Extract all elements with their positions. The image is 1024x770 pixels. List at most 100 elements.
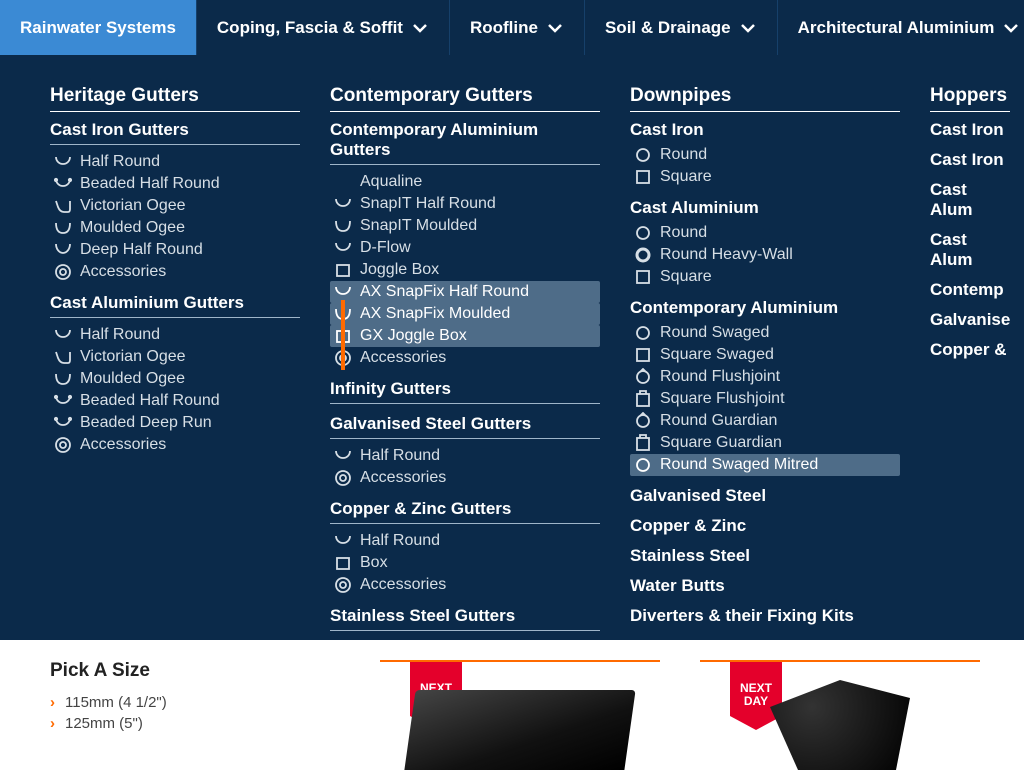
group-heading[interactable]: Contemp	[930, 280, 1010, 300]
product-image	[404, 690, 635, 770]
menu-item[interactable]: Deep Half Round	[50, 239, 300, 261]
column-heading: Contemporary Gutters	[330, 85, 600, 112]
menu-item[interactable]: AX SnapFix Moulded	[330, 303, 600, 325]
menu-item[interactable]: Round Heavy-Wall	[630, 244, 900, 266]
menu-item[interactable]: Half Round	[50, 324, 300, 346]
menu-item[interactable]: Beaded Half Round	[50, 390, 300, 412]
group-heading: Cast Iron	[630, 120, 900, 140]
box-icon	[334, 554, 352, 572]
menu-item-label: Beaded Half Round	[80, 175, 296, 193]
menu-item[interactable]: Aqualine	[330, 171, 600, 193]
group-heading[interactable]: Copper &	[930, 340, 1010, 360]
size-option[interactable]: 125mm (5")	[50, 713, 330, 734]
menu-item[interactable]: Round Swaged	[630, 322, 900, 344]
menu-item[interactable]: Moulded Ogee	[50, 217, 300, 239]
menu-item-label: Square	[660, 268, 896, 286]
menu-item[interactable]: Square	[630, 166, 900, 188]
menu-item-label: Square Swaged	[660, 346, 896, 364]
product-grid: NEXTDAY NEXTDAY	[380, 660, 980, 770]
menu-item[interactable]: Square Swaged	[630, 344, 900, 366]
menu-item-label: Accessories	[360, 576, 596, 594]
group-heading[interactable]: Cast Alum	[930, 180, 1010, 220]
menu-item[interactable]: Half Round	[330, 445, 600, 467]
nav-item[interactable]: Architectural Aluminium	[778, 0, 1024, 55]
menu-item[interactable]: SnapIT Moulded	[330, 215, 600, 237]
menu-item-label: Beaded Half Round	[80, 392, 296, 410]
menu-item[interactable]: GX Joggle Box	[330, 325, 600, 347]
menu-item[interactable]: Accessories	[50, 261, 300, 283]
circle-heavy-icon	[634, 246, 652, 264]
menu-item-label: Round Flushjoint	[660, 368, 896, 386]
menu-item[interactable]: Victorian Ogee	[50, 195, 300, 217]
next-day-badge: NEXTDAY	[730, 660, 782, 730]
menu-item[interactable]: Accessories	[330, 347, 600, 369]
highlight-marker	[341, 300, 345, 370]
square-icon	[634, 346, 652, 364]
menu-item[interactable]: Square Flushjoint	[630, 388, 900, 410]
main-nav: Rainwater SystemsCoping, Fascia & Soffit…	[0, 0, 1024, 55]
group-heading: Galvanised Steel Gutters	[330, 414, 600, 439]
group-heading[interactable]: Copper & Zinc	[630, 516, 900, 536]
menu-item[interactable]: Joggle Box	[330, 259, 600, 281]
menu-item[interactable]: Beaded Half Round	[50, 173, 300, 195]
group-heading[interactable]: Water Butts	[630, 576, 900, 596]
group-heading[interactable]: Galvanised Steel	[630, 486, 900, 506]
menu-item[interactable]: Round	[630, 222, 900, 244]
menu-item-label: Victorian Ogee	[80, 197, 296, 215]
column-heading: Hoppers	[930, 85, 1010, 112]
menu-item[interactable]: Box	[330, 552, 600, 574]
menu-item[interactable]: Accessories	[330, 467, 600, 489]
menu-item[interactable]: Beaded Deep Run	[50, 412, 300, 434]
product-card[interactable]: NEXTDAY	[700, 660, 980, 770]
menu-item-label: D-Flow	[360, 239, 596, 257]
circle-icon	[634, 224, 652, 242]
menu-item[interactable]: SnapIT Half Round	[330, 193, 600, 215]
chevron-down-icon	[546, 19, 564, 37]
menu-item[interactable]: Round Swaged Mitred	[630, 454, 900, 476]
group-heading[interactable]: Cast Iron	[930, 150, 1010, 170]
group-heading[interactable]: Diverters & their Fixing Kits	[630, 606, 900, 626]
acc-icon	[334, 576, 352, 594]
group-heading[interactable]: Cast Iron	[930, 120, 1010, 140]
product-card[interactable]: NEXTDAY	[380, 660, 660, 770]
square-notch-icon	[634, 390, 652, 408]
menu-item-label: SnapIT Moulded	[360, 217, 596, 235]
menu-item-label: Round	[660, 146, 896, 164]
menu-item-label: Half Round	[80, 153, 296, 171]
page-content-below: Pick A Size 115mm (4 1/2")125mm (5") NEX…	[0, 640, 1024, 770]
menu-item[interactable]: Round Guardian	[630, 410, 900, 432]
menu-item[interactable]: Round	[630, 144, 900, 166]
beaded-icon	[54, 392, 72, 410]
menu-item[interactable]: Victorian Ogee	[50, 346, 300, 368]
nav-item[interactable]: Soil & Drainage	[585, 0, 778, 55]
menu-item[interactable]: Half Round	[330, 530, 600, 552]
menu-item[interactable]: Square	[630, 266, 900, 288]
menu-item[interactable]: Square Guardian	[630, 432, 900, 454]
menu-item-label: GX Joggle Box	[360, 327, 596, 345]
group-heading[interactable]: Galvanise	[930, 310, 1010, 330]
group-heading[interactable]: Stainless Steel	[630, 546, 900, 566]
mega-menu: Heritage GuttersCast Iron GuttersHalf Ro…	[0, 55, 1024, 640]
group-heading[interactable]: Stainless Steel Gutters	[330, 606, 600, 631]
nav-item[interactable]: Roofline	[450, 0, 585, 55]
menu-item-label: Round Heavy-Wall	[660, 246, 896, 264]
nav-item[interactable]: Coping, Fascia & Soffit	[197, 0, 450, 55]
menu-item[interactable]: AX SnapFix Half Round	[330, 281, 600, 303]
menu-item[interactable]: D-Flow	[330, 237, 600, 259]
size-option[interactable]: 115mm (4 1/2")	[50, 692, 330, 713]
circle-notch-icon	[634, 368, 652, 386]
group-heading[interactable]: Cast Alum	[930, 230, 1010, 270]
menu-item-label: SnapIT Half Round	[360, 195, 596, 213]
menu-item-label: Deep Half Round	[80, 241, 296, 259]
menu-item[interactable]: Half Round	[50, 151, 300, 173]
menu-item[interactable]: Accessories	[50, 434, 300, 456]
moulded-icon	[54, 219, 72, 237]
nav-item[interactable]: Rainwater Systems	[0, 0, 197, 55]
menu-item[interactable]: Moulded Ogee	[50, 368, 300, 390]
menu-item[interactable]: Round Flushjoint	[630, 366, 900, 388]
menu-item[interactable]: Accessories	[330, 574, 600, 596]
menu-item-label: Accessories	[80, 436, 296, 454]
group-heading[interactable]: Infinity Gutters	[330, 379, 600, 404]
menu-item-label: Joggle Box	[360, 261, 596, 279]
column-heading: Heritage Gutters	[50, 85, 300, 112]
